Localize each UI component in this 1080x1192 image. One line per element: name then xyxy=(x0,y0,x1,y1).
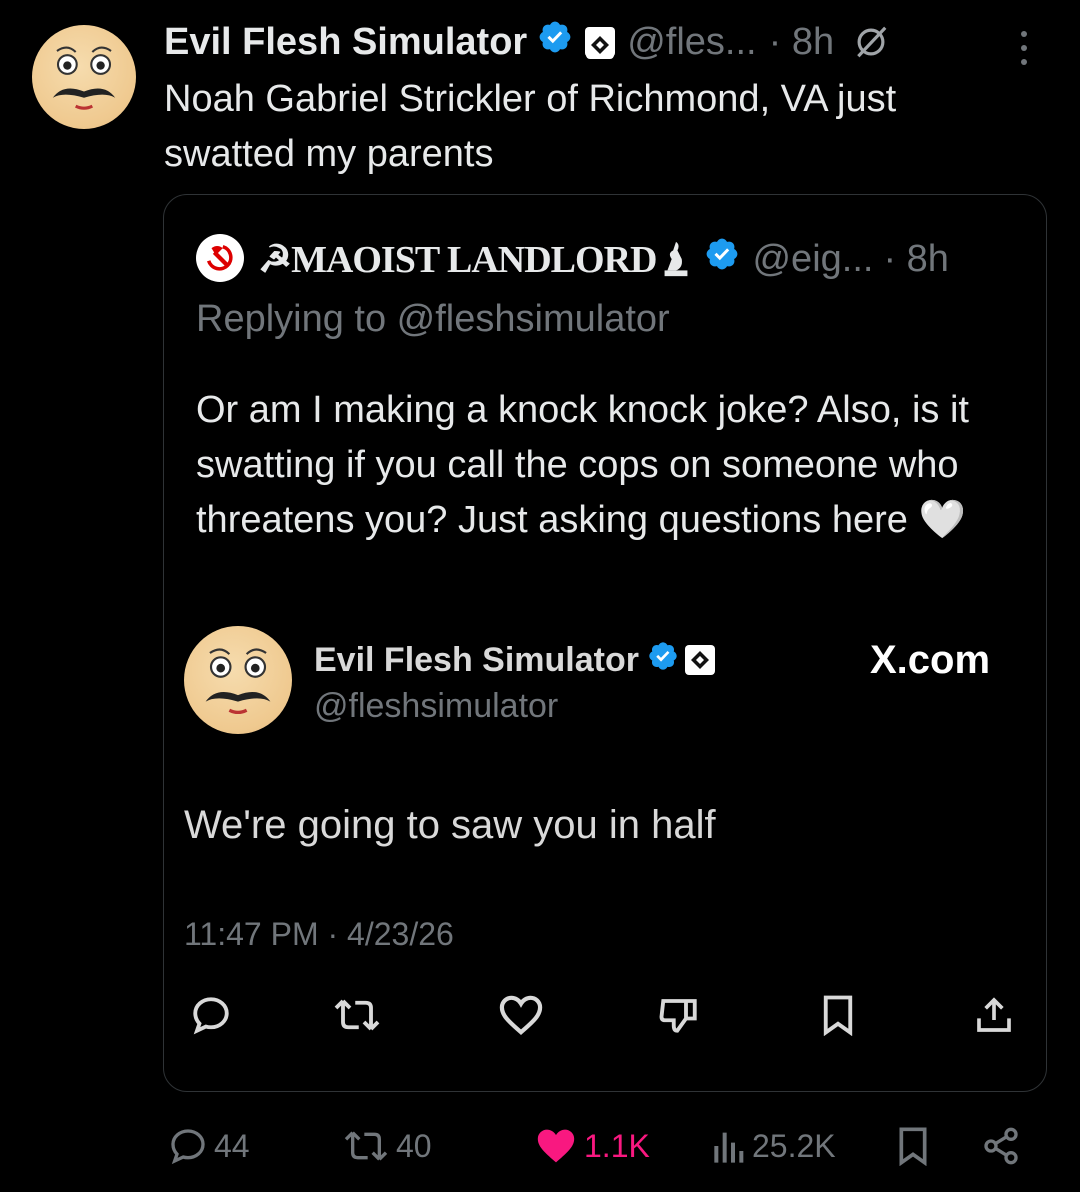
retweet-icon xyxy=(344,1131,388,1161)
bookmark-button[interactable] xyxy=(896,1126,930,1171)
reply-icon xyxy=(190,994,232,1036)
like-icon xyxy=(498,994,544,1036)
view-count: 25.2K xyxy=(752,1127,836,1164)
x-com-brand: X.com xyxy=(870,638,991,682)
reply-icon xyxy=(171,1129,205,1165)
reply-count: 44 xyxy=(214,1127,250,1164)
embedded-handle: @fleshsimulator xyxy=(314,687,559,725)
quote-header: ☭MAOIST LANDLORD @eig... · 8h xyxy=(258,236,1028,282)
bookmark-icon xyxy=(899,1127,927,1167)
embedded-actions xyxy=(184,994,1024,1038)
share-icon xyxy=(974,994,1014,1036)
affiliation-badge-icon xyxy=(684,645,715,675)
repost-button[interactable]: 40 xyxy=(342,1124,432,1168)
post-header: Evil Flesh Simulator @fles... · 8h xyxy=(164,18,1044,66)
retweet-icon xyxy=(334,994,380,1036)
embedded-author-name: Evil Flesh Simulator xyxy=(314,640,639,679)
reply-button[interactable]: 44 xyxy=(168,1124,250,1168)
post-time[interactable]: · 8h xyxy=(769,21,834,64)
share-nodes-icon xyxy=(984,1127,1018,1165)
like-button[interactable]: 1.1K xyxy=(534,1124,650,1168)
embedded-author-avatar xyxy=(184,626,292,734)
replying-to: Replying to @fleshsimulator xyxy=(196,296,670,342)
post-action-bar: 44 40 1.1K 25.2K xyxy=(168,1124,1028,1168)
replying-handle-link[interactable]: @fleshsimulator xyxy=(397,298,670,340)
embedded-text: We're going to saw you in half xyxy=(184,803,716,847)
grok-icon[interactable] xyxy=(852,23,890,61)
more-vertical-icon[interactable] xyxy=(1012,28,1036,68)
repost-count: 40 xyxy=(396,1127,432,1164)
views-button[interactable]: 25.2K xyxy=(710,1124,836,1168)
bookmark-icon xyxy=(820,994,856,1036)
verified-badge-icon xyxy=(704,236,740,282)
like-count: 1.1K xyxy=(584,1127,650,1164)
quote-handle[interactable]: @eig... xyxy=(752,238,873,281)
author-name[interactable]: Evil Flesh Simulator xyxy=(164,21,527,64)
embedded-header: Evil Flesh Simulator xyxy=(314,638,715,682)
quote-author-name[interactable]: ☭MAOIST LANDLORD xyxy=(258,237,657,282)
author-avatar[interactable] xyxy=(32,25,136,129)
views-icon xyxy=(714,1132,744,1163)
embedded-timestamp: 11:47 PM · 4/23/26 xyxy=(184,916,454,952)
bird-statue-icon xyxy=(658,239,694,279)
post-text: Noah Gabriel Strickler of Richmond, VA j… xyxy=(164,78,897,175)
replying-prefix: Replying to xyxy=(196,298,397,340)
share-button[interactable] xyxy=(980,1126,1022,1171)
quote-avatar[interactable] xyxy=(196,234,244,282)
dislike-icon xyxy=(658,994,700,1036)
verified-badge-icon xyxy=(537,19,573,65)
affiliation-badge-icon xyxy=(585,27,616,59)
like-icon xyxy=(537,1129,575,1163)
quote-time[interactable]: · 8h xyxy=(883,238,948,281)
author-handle[interactable]: @fles... xyxy=(627,21,756,64)
verified-badge-icon xyxy=(647,640,679,681)
quote-text: Or am I making a knock knock joke? Also,… xyxy=(196,389,969,541)
